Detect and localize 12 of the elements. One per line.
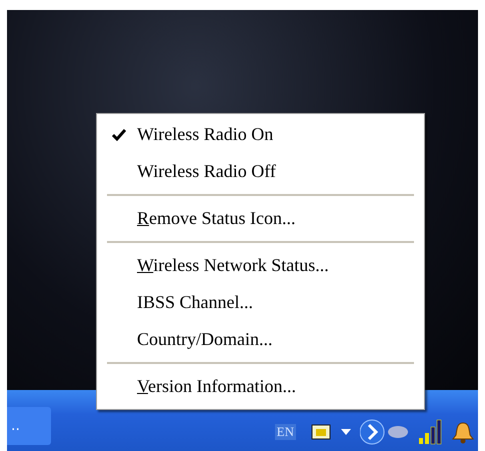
menu-item[interactable]: IBSS Channel... xyxy=(97,284,424,321)
caret-icon[interactable] xyxy=(340,428,352,436)
checkmark-icon xyxy=(112,128,126,140)
menu-item[interactable]: Remove Status Icon... xyxy=(97,200,424,237)
signal-bars-icon[interactable] xyxy=(418,419,442,445)
menu-item[interactable]: Version Information... xyxy=(97,368,424,405)
taskbar-button[interactable]: .. xyxy=(7,407,51,445)
menu-item[interactable]: Country/Domain... xyxy=(97,321,424,358)
bell-icon[interactable] xyxy=(450,420,476,444)
menu-item[interactable]: Wireless Network Status... xyxy=(97,247,424,284)
menu-item[interactable]: Wireless Radio Off xyxy=(97,153,424,190)
menu-item[interactable]: Wireless Radio On xyxy=(97,116,424,153)
